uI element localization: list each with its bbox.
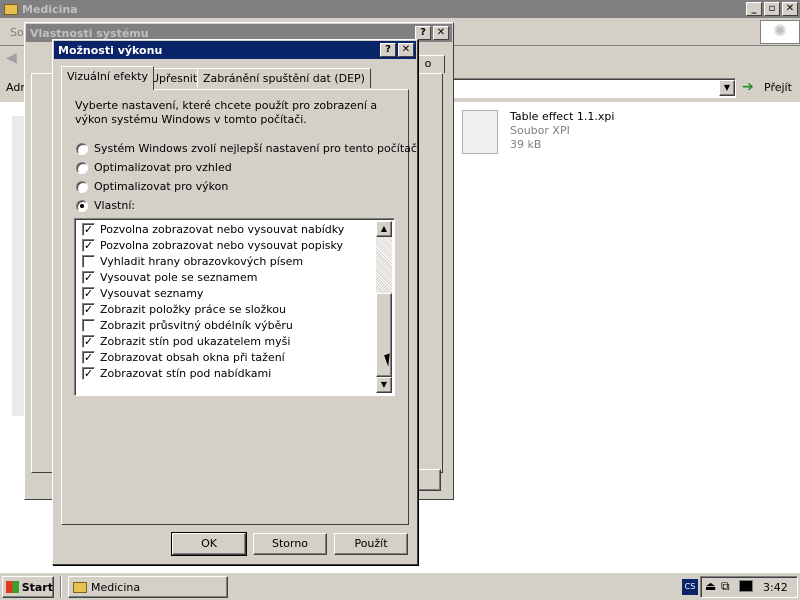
start-label: Start bbox=[21, 580, 53, 594]
effect-item[interactable]: ✓ Pozvolna zobrazovat nebo vysouvat nabíd… bbox=[82, 221, 344, 237]
taskbar-separator bbox=[60, 576, 62, 598]
go-arrow-icon[interactable]: ➔ bbox=[742, 79, 758, 95]
effect-label: Zobrazovat obsah okna při tažení bbox=[100, 350, 285, 364]
start-button[interactable]: Start bbox=[2, 576, 54, 598]
address-input[interactable] bbox=[450, 78, 736, 98]
effect-checkbox[interactable] bbox=[82, 318, 95, 332]
display-icon[interactable] bbox=[739, 580, 753, 592]
effect-checkbox[interactable]: ✓ bbox=[82, 350, 95, 364]
radio-best-appearance[interactable]: Optimalizovat pro vzhled bbox=[76, 161, 232, 174]
network-icon[interactable]: ⧉ bbox=[721, 579, 730, 594]
effect-checkbox[interactable]: ✓ bbox=[82, 334, 95, 348]
ok-button[interactable]: OK bbox=[171, 532, 247, 556]
perf-title-bar[interactable]: Možnosti výkonu bbox=[54, 41, 416, 59]
sysprops-tab-label: o bbox=[424, 57, 432, 70]
radio-best-performance[interactable]: Optimalizovat pro výkon bbox=[76, 180, 228, 193]
explorer-title: Medicina bbox=[22, 2, 78, 16]
effect-checkbox[interactable]: ✓ bbox=[82, 366, 95, 380]
effect-label: Vysouvat pole se seznamem bbox=[100, 270, 258, 284]
radio-custom-circle[interactable] bbox=[76, 199, 88, 212]
effect-checkbox[interactable]: ✓ bbox=[82, 302, 95, 316]
perf-tabs: Vizuální efekty Upřesnit Zabránění spušt… bbox=[61, 66, 411, 90]
close-button[interactable]: ✕ bbox=[782, 2, 798, 16]
tab-advanced-label: Upřesnit bbox=[151, 72, 198, 85]
effect-item[interactable]: ✓ Pozvolna zobrazovat nebo vysouvat popis… bbox=[82, 237, 343, 253]
effect-item[interactable]: ✓ Zobrazit stín pod ukazatelem myši bbox=[82, 333, 290, 349]
effect-label: Zobrazovat stín pod nabídkami bbox=[100, 366, 272, 380]
scroll-up-button[interactable]: ▲ bbox=[376, 221, 392, 237]
sysprops-close-button[interactable]: ✕ bbox=[433, 26, 449, 40]
effect-label: Zobrazit průsvitný obdélník výběru bbox=[100, 318, 293, 332]
perf-close-button[interactable]: ✕ bbox=[398, 43, 414, 57]
perf-title: Možnosti výkonu bbox=[58, 43, 163, 57]
back-button[interactable]: ◀ bbox=[6, 50, 26, 70]
effect-checkbox[interactable]: ✓ bbox=[82, 286, 95, 300]
windows-logo-icon bbox=[6, 581, 19, 593]
folder-icon bbox=[73, 581, 87, 593]
minimize-button[interactable]: _ bbox=[746, 2, 762, 16]
effect-checkbox[interactable]: ✓ bbox=[82, 270, 95, 284]
eject-icon[interactable]: ⏏ bbox=[705, 579, 716, 593]
effect-item[interactable]: Vyhladit hrany obrazovkových písem bbox=[82, 253, 303, 269]
effect-label: Zobrazit položky práce se složkou bbox=[100, 302, 286, 316]
scroll-down-button[interactable]: ▼ bbox=[376, 377, 392, 393]
radio-best-performance-label: Optimalizovat pro výkon bbox=[94, 180, 229, 193]
effect-checkbox[interactable]: ✓ bbox=[82, 238, 95, 252]
explorer-title-bar[interactable]: Medicina bbox=[0, 0, 800, 18]
effect-item[interactable]: ✓ Zobrazit položky práce se složkou bbox=[82, 301, 286, 317]
effect-label: Pozvolna zobrazovat nebo vysouvat popisk… bbox=[100, 238, 343, 252]
effect-checkbox[interactable]: ✓ bbox=[82, 222, 95, 236]
radio-best-appearance-circle[interactable] bbox=[76, 161, 88, 174]
tab-visual-effects-label: Vizuální efekty bbox=[67, 70, 149, 83]
effect-label: Vysouvat seznamy bbox=[100, 286, 204, 300]
language-indicator[interactable]: CS bbox=[682, 579, 698, 595]
effect-item[interactable]: ✓ Zobrazovat stín pod nabídkami bbox=[82, 365, 271, 381]
tab-visual-effects[interactable]: Vizuální efekty bbox=[61, 66, 155, 90]
radio-custom[interactable]: Vlastní: bbox=[76, 199, 135, 212]
tab-dep-label: Zabránění spuštění dat (DEP) bbox=[203, 72, 365, 85]
effect-checkbox[interactable] bbox=[82, 254, 95, 268]
maximize-button[interactable]: ▫ bbox=[764, 2, 780, 16]
taskbar-item-label: Medicina bbox=[91, 580, 141, 594]
file-item[interactable]: Table effect 1.1.xpi Soubor XPI 39 kB bbox=[462, 108, 662, 158]
address-label: Adr bbox=[6, 81, 25, 94]
address-dropdown-button[interactable]: ▼ bbox=[719, 80, 735, 96]
radio-custom-label: Vlastní: bbox=[94, 199, 136, 212]
file-name: Table effect 1.1.xpi bbox=[510, 110, 615, 123]
radio-best-appearance-label: Optimalizovat pro vzhled bbox=[94, 161, 232, 174]
apply-button[interactable]: Použít bbox=[334, 533, 408, 555]
perf-help-button[interactable]: ? bbox=[380, 43, 396, 57]
folder-icon bbox=[4, 3, 18, 15]
file-size: 39 kB bbox=[510, 138, 542, 151]
effect-item[interactable]: Zobrazit průsvitný obdélník výběru bbox=[82, 317, 293, 333]
throbber-icon: ✺ bbox=[760, 20, 800, 44]
radio-windows-choose-label: Systém Windows zvolí nejlepší nastavení … bbox=[94, 142, 417, 155]
language-label: CS bbox=[684, 582, 696, 591]
effect-label: Vyhladit hrany obrazovkových písem bbox=[100, 254, 304, 268]
tab-dep[interactable]: Zabránění spuštění dat (DEP) bbox=[197, 68, 371, 88]
sysprops-help-button[interactable]: ? bbox=[415, 26, 431, 40]
radio-best-performance-circle[interactable] bbox=[76, 180, 88, 193]
effect-item[interactable]: ✓ Vysouvat pole se seznamem bbox=[82, 269, 257, 285]
toolbar-partial-text: So bbox=[10, 26, 24, 39]
effect-item[interactable]: ✓ Vysouvat seznamy bbox=[82, 285, 203, 301]
effect-label: Pozvolna zobrazovat nebo vysouvat nabídk… bbox=[100, 222, 345, 236]
sysprops-title: Vlastnosti systému bbox=[30, 26, 149, 40]
effect-item[interactable]: ✓ Zobrazovat obsah okna při tažení bbox=[82, 349, 285, 365]
cancel-button[interactable]: Storno bbox=[253, 533, 327, 555]
radio-windows-choose[interactable]: Systém Windows zvolí nejlepší nastavení … bbox=[76, 142, 417, 155]
clock: 3:42 bbox=[763, 581, 788, 594]
go-button[interactable]: Přejít bbox=[764, 81, 792, 94]
system-tray: ⏏ ⧉ 3:42 bbox=[700, 576, 798, 598]
effects-scrollbar[interactable]: ▲ ▼ bbox=[376, 221, 392, 393]
file-icon bbox=[462, 110, 498, 154]
perf-description: Vyberte nastavení, které chcete použít p… bbox=[75, 99, 378, 126]
file-type: Soubor XPI bbox=[510, 124, 570, 137]
taskbar: Start Medicina CS ⏏ ⧉ 3:42 bbox=[0, 572, 800, 600]
effect-label: Zobrazit stín pod ukazatelem myši bbox=[100, 334, 291, 348]
taskbar-item-medicina[interactable]: Medicina bbox=[68, 576, 228, 598]
radio-windows-choose-circle[interactable] bbox=[76, 142, 88, 155]
